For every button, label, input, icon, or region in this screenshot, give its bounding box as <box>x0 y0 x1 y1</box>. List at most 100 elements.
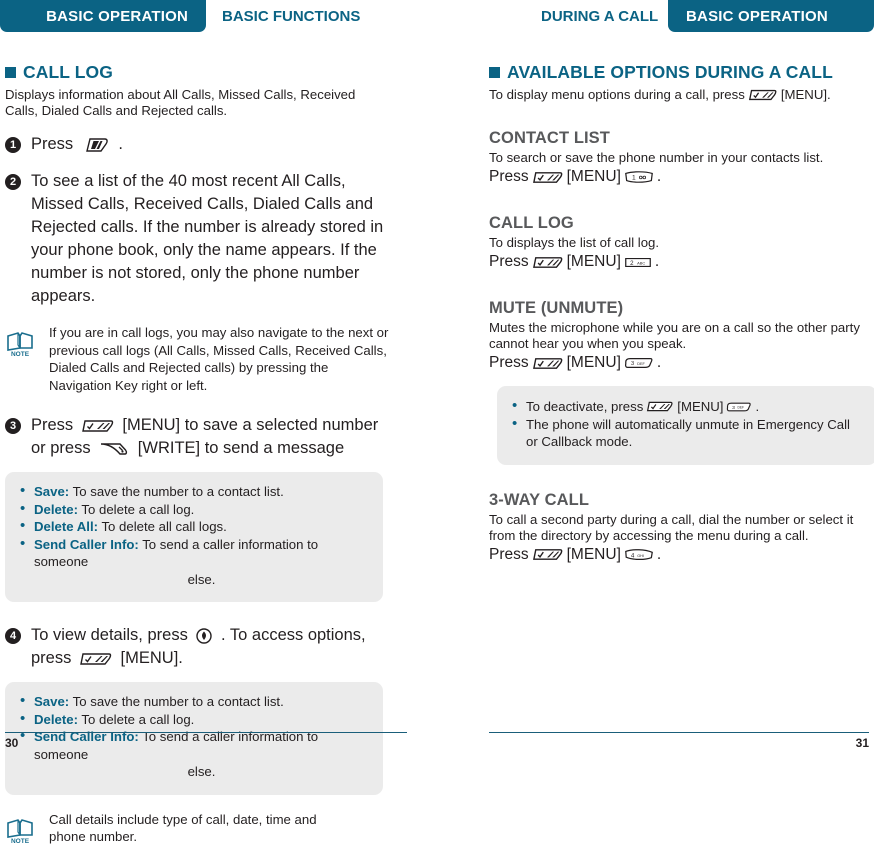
step-3: 3 Press [MENU] to save a selected number… <box>5 414 405 460</box>
option-desc-cont: else. <box>187 764 216 779</box>
press-instruction: Press [MENU] 4 GHI . <box>489 544 874 566</box>
footer-right: 31 <box>489 731 869 750</box>
digit-key-3-icon: 3 DEF <box>726 400 752 414</box>
intro-pre: To display menu options during a call, p… <box>489 87 745 102</box>
step-text: To view details, press . To access optio… <box>31 624 387 670</box>
step-text: To see a list of the 40 most recent All … <box>31 172 384 305</box>
list-item: Save: To save the number to a contact li… <box>19 482 369 501</box>
menu-key-icon <box>646 399 674 414</box>
tab-basic-operation-right[interactable]: BASIC OPERATION <box>668 0 874 32</box>
options-box-1: Save: To save the number to a contact li… <box>5 472 383 602</box>
period: . <box>656 354 662 371</box>
menu-key-icon <box>532 169 564 186</box>
step-number: 4 <box>5 628 21 644</box>
option-desc: To delete a call log. <box>81 501 195 517</box>
step-number: 3 <box>5 418 21 434</box>
subsection-mute: MUTE (UNMUTE) Mutes the microphone while… <box>489 299 874 465</box>
available-options-intro: To display menu options during a call, p… <box>489 87 874 103</box>
list-item: Delete All: To delete all call logs. <box>19 517 369 536</box>
section-heading-label: CALL LOG <box>23 62 113 82</box>
list-item: To deactivate, press [MENU] <box>511 397 863 416</box>
option-label: Save: <box>34 484 70 499</box>
period: . <box>656 545 662 563</box>
menu-key-icon <box>532 254 564 271</box>
footer-rule <box>5 731 407 733</box>
mute-note-list: To deactivate, press [MENU] <box>511 397 863 451</box>
menu-key-icon <box>81 417 115 435</box>
write-key-icon <box>98 439 130 459</box>
period: . <box>654 253 660 270</box>
list-item: Delete: To delete a call log. <box>19 500 369 519</box>
tab-basic-functions[interactable]: BASIC FUNCTIONS <box>222 0 360 32</box>
note-text: If you are in call logs, you may also na… <box>49 325 389 393</box>
mute-note-box: To deactivate, press [MENU] <box>497 386 874 465</box>
step-text: Press [MENU] to save a selected number o… <box>31 414 387 460</box>
step-number: 2 <box>5 174 21 190</box>
step-number: 1 <box>5 137 21 153</box>
note-text: Call details include type of call, date,… <box>49 811 317 845</box>
tab-during-a-call[interactable]: DURING A CALL <box>541 0 658 32</box>
square-bullet-icon <box>489 67 500 78</box>
step-3-part3: [WRITE] to send a message <box>137 439 345 457</box>
press-label: Press <box>489 354 529 371</box>
page-number-right: 31 <box>855 736 869 750</box>
note-navigation: NOTE If you are in call logs, you may al… <box>5 324 405 394</box>
menu-label: [MENU] <box>566 545 621 563</box>
option-desc: To delete all call logs. <box>101 519 227 534</box>
mute-note-menu: [MENU] <box>677 399 724 414</box>
mute-note-pre: To deactivate, press <box>526 399 644 414</box>
digit-key-1-icon: 1 <box>624 169 654 185</box>
option-label: Delete: <box>34 501 78 517</box>
subsection-title: CALL LOG <box>489 214 574 232</box>
menu-key-icon <box>532 355 564 372</box>
press-label: Press <box>489 545 529 563</box>
page-header: BASIC OPERATION BASIC FUNCTIONS DURING A… <box>0 0 874 36</box>
tab-basic-operation-left[interactable]: BASIC OPERATION <box>0 0 206 32</box>
note-book-icon: NOTE <box>5 324 39 394</box>
option-label: Send Caller Info: <box>34 536 139 552</box>
square-bullet-icon <box>5 67 16 78</box>
digit-key-4-icon: 4 GHI <box>624 547 654 563</box>
svg-text:GHI: GHI <box>637 554 644 558</box>
svg-text:NOTE: NOTE <box>11 351 30 358</box>
step-3-part1: Press <box>31 416 74 434</box>
subsection-3way-call: 3-WAY CALL To call a second party during… <box>489 491 874 566</box>
option-desc: To save the number to a contact list. <box>72 694 284 709</box>
step-4-part1: To view details, press <box>31 626 188 644</box>
step-2: 2 To see a list of the 40 most recent Al… <box>5 170 405 308</box>
menu-key-icon <box>79 650 113 668</box>
page-number-left: 30 <box>5 736 19 750</box>
subsection-desc: To call a second party during a call, di… <box>489 511 854 543</box>
step-1-lead: Press <box>31 135 74 153</box>
option-desc: To save the number to a contact list. <box>72 484 284 499</box>
list-item: Send Caller Info: To send a caller infor… <box>19 535 369 589</box>
option-label: Save: <box>34 694 70 709</box>
subsection-title: MUTE (UNMUTE) <box>489 299 624 317</box>
period: . <box>656 168 662 185</box>
svg-text:2: 2 <box>630 260 634 267</box>
menu-label: [MENU] <box>566 253 621 270</box>
svg-text:DEF: DEF <box>738 405 745 409</box>
section-heading-call-log: CALL LOG <box>5 62 405 83</box>
digit-key-2-icon: 2 ABC <box>624 255 652 270</box>
subsection-title: CONTACT LIST <box>489 129 610 147</box>
menu-key-icon <box>748 87 778 103</box>
menu-key-icon <box>532 546 564 563</box>
svg-text:DEF: DEF <box>637 362 645 366</box>
step-4-part3: [MENU]. <box>120 649 183 667</box>
call-log-intro: Displays information about All Calls, Mi… <box>5 87 356 118</box>
subsection-desc: To displays the list of call log. <box>489 235 660 250</box>
svg-text:3: 3 <box>631 361 634 367</box>
subsection-desc: Mutes the microphone while you are on a … <box>489 320 860 351</box>
digit-key-3-icon: 3 DEF <box>624 355 654 371</box>
press-instruction: Press [MENU] 2 ABC . <box>489 251 874 273</box>
option-label: Delete All: <box>34 519 98 534</box>
option-desc-cont: else. <box>187 571 216 587</box>
note-call-details: NOTE Call details include type of call, … <box>5 811 405 850</box>
mute-note-post: . <box>755 399 760 414</box>
page-footer: 30 31 <box>0 720 874 754</box>
step-4: 4 To view details, press . To access opt… <box>5 624 405 670</box>
right-page-column: AVAILABLE OPTIONS DURING A CALL To displ… <box>489 36 874 566</box>
press-label: Press <box>489 168 529 185</box>
svg-text:1: 1 <box>632 175 636 182</box>
